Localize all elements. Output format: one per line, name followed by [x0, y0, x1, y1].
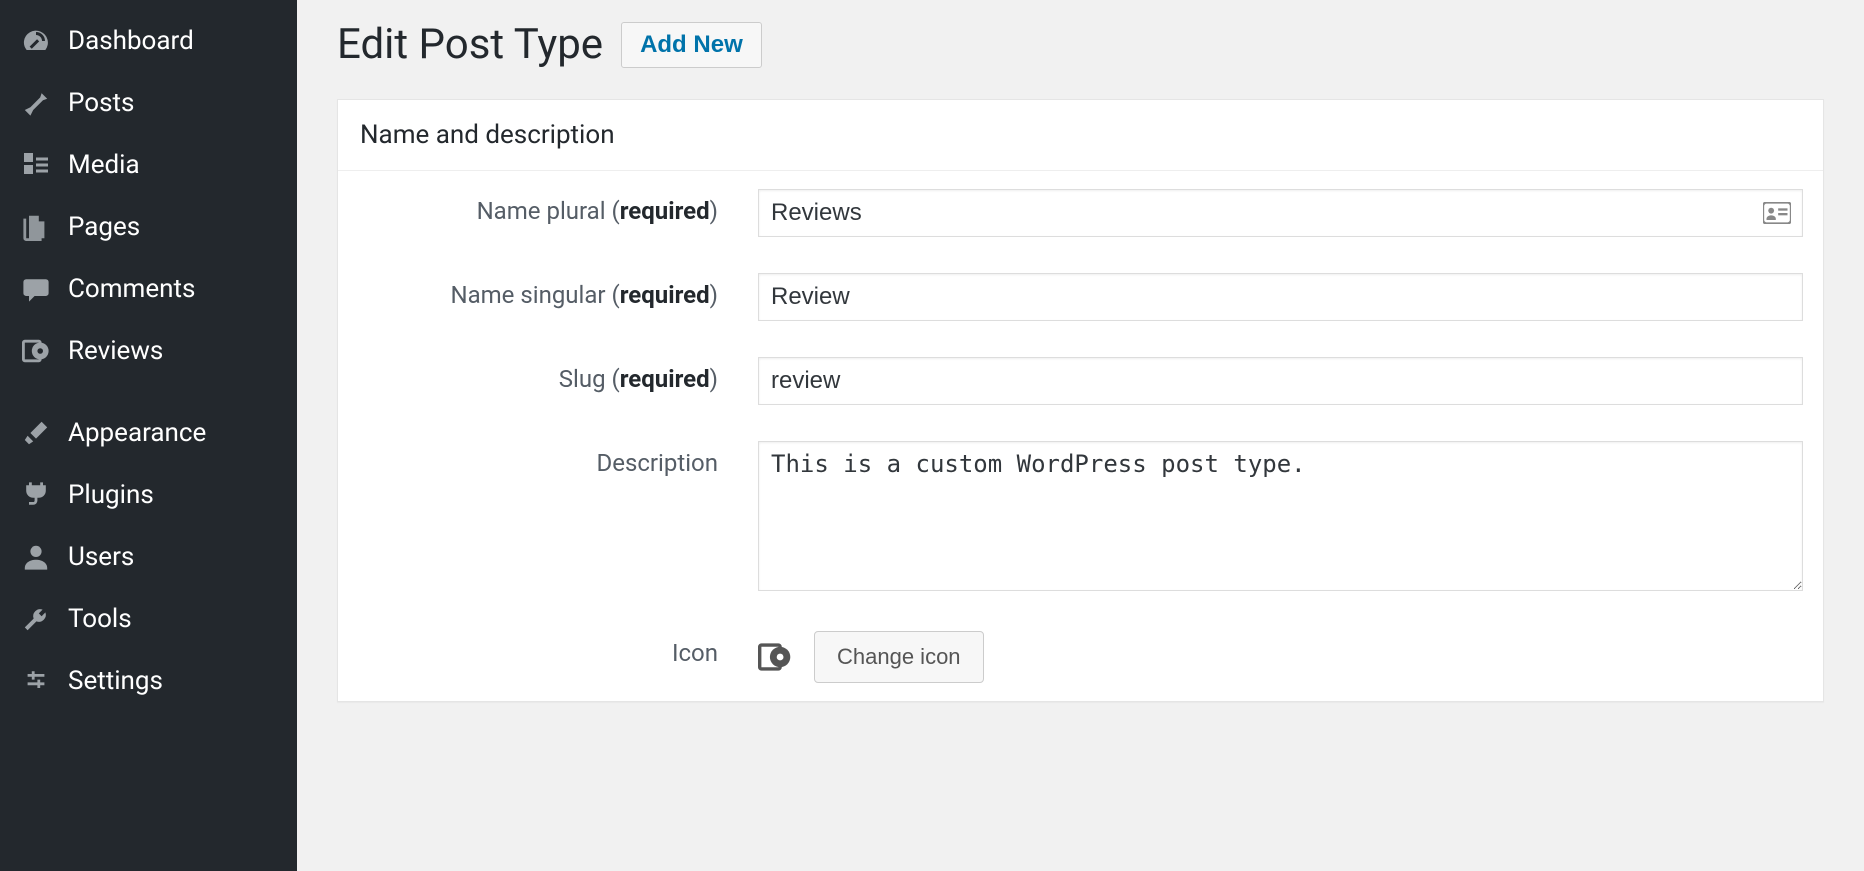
id-card-icon: [1763, 202, 1791, 224]
sidebar-item-appearance[interactable]: Appearance: [0, 402, 297, 464]
sidebar-item-label: Settings: [68, 666, 163, 696]
main-content: Edit Post Type Add New Name and descript…: [297, 0, 1864, 871]
sidebar-item-label: Appearance: [68, 418, 206, 448]
sidebar-item-label: Media: [68, 150, 140, 180]
name-plural-input[interactable]: [758, 189, 1803, 237]
form-panel: Name and description Name plural (requir…: [337, 99, 1824, 702]
sidebar-item-label: Pages: [68, 212, 140, 242]
brush-icon: [18, 415, 54, 451]
settings-icon: [18, 663, 54, 699]
sidebar-item-pages[interactable]: Pages: [0, 196, 297, 258]
sidebar-item-label: Dashboard: [68, 26, 194, 56]
sidebar-item-media[interactable]: Media: [0, 134, 297, 196]
label-name-singular: Name singular (required): [338, 255, 738, 339]
form-table: Name plural (required) Name singular (: [338, 171, 1823, 701]
change-icon-button[interactable]: Change icon: [814, 631, 984, 683]
album-icon: [18, 333, 54, 369]
sidebar-item-posts[interactable]: Posts: [0, 72, 297, 134]
name-singular-input[interactable]: [758, 273, 1803, 321]
pages-icon: [18, 209, 54, 245]
sidebar-item-comments[interactable]: Comments: [0, 258, 297, 320]
sidebar-item-dashboard[interactable]: Dashboard: [0, 10, 297, 72]
slug-input[interactable]: [758, 357, 1803, 405]
label-name-plural: Name plural (required): [338, 171, 738, 255]
sidebar-item-label: Posts: [68, 88, 134, 118]
sidebar-item-label: Plugins: [68, 480, 154, 510]
current-icon-preview: [758, 640, 792, 674]
panel-title: Name and description: [338, 100, 1823, 171]
add-new-button[interactable]: Add New: [621, 22, 762, 68]
sidebar-item-label: Reviews: [68, 336, 163, 366]
sidebar-item-tools[interactable]: Tools: [0, 588, 297, 650]
sidebar-item-plugins[interactable]: Plugins: [0, 464, 297, 526]
comments-icon: [18, 271, 54, 307]
sidebar-item-settings[interactable]: Settings: [0, 650, 297, 712]
dashboard-icon: [18, 23, 54, 59]
menu-separator: [0, 382, 297, 402]
users-icon: [18, 539, 54, 575]
wrench-icon: [18, 601, 54, 637]
plug-icon: [18, 477, 54, 513]
label-slug: Slug (required): [338, 339, 738, 423]
description-textarea[interactable]: [758, 441, 1803, 591]
label-icon: Icon: [338, 613, 738, 701]
sidebar-item-label: Tools: [68, 604, 132, 634]
label-description: Description: [338, 423, 738, 613]
sidebar-item-label: Comments: [68, 274, 195, 304]
media-icon: [18, 147, 54, 183]
sidebar-item-reviews[interactable]: Reviews: [0, 320, 297, 382]
sidebar-item-label: Users: [68, 542, 134, 572]
admin-sidebar: Dashboard Posts Media Pages Comments: [0, 0, 297, 871]
page-header: Edit Post Type Add New: [337, 20, 1824, 69]
page-title: Edit Post Type: [337, 20, 603, 69]
pin-icon: [18, 85, 54, 121]
sidebar-item-users[interactable]: Users: [0, 526, 297, 588]
